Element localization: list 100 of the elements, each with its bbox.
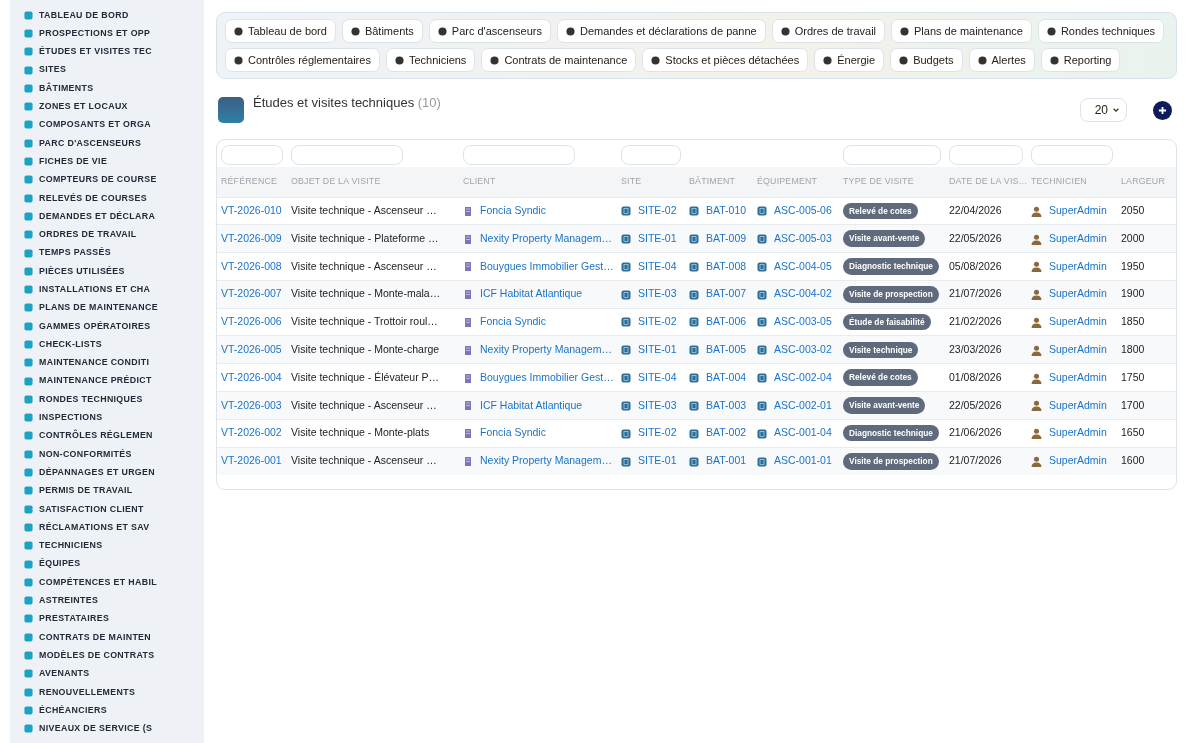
quick-link-button[interactable]: Alertes [968,48,1035,72]
tile-icon [689,345,699,356]
equipment-link[interactable]: ASC-004-05 [774,259,832,272]
equipment-link[interactable]: ASC-005-06 [774,204,832,216]
sidebar-item[interactable]: RÉCLAMATIONS ET SAV [10,518,204,537]
sidebar-item[interactable]: SATISFACTION CLIENT [10,500,204,519]
building-link[interactable]: BAT-004 [706,370,747,383]
quick-link-button[interactable]: Contrôles réglementaires [225,48,380,72]
sidebar-item[interactable]: BÂTIMENTS [10,79,204,98]
client-link[interactable]: Foncia Syndic [480,426,546,439]
sidebar-item[interactable]: SITES [10,60,204,80]
client-link[interactable]: Bouygues Immobilier Gest… [480,370,614,383]
site-link[interactable]: SITE-02 [638,315,677,328]
client-link[interactable]: Foncia Syndic [480,315,546,328]
sidebar-item[interactable]: RONDES TECHNIQUES [10,390,204,409]
page-size-select[interactable]: 20 [1079,98,1127,122]
reference-link[interactable]: VT-2026-004 [221,370,282,383]
quick-link-button[interactable]: Ordres de travail [771,19,886,43]
sidebar-item[interactable]: GAMMES OPÉRATOIRES [10,317,204,336]
filter-field[interactable] [843,145,941,165]
sidebar-item[interactable]: NON-CONFORMITÉS [10,445,204,464]
quick-link-button[interactable]: Plans de maintenance [891,19,1032,43]
square-icon [24,449,33,459]
quick-link-button[interactable]: Demandes et déclarations de panne [557,19,766,43]
quick-link-button[interactable]: Énergie [814,48,885,72]
sidebar-item[interactable]: TEMPS PASSÉS [10,243,204,263]
client-link[interactable]: Foncia Syndic [480,204,546,216]
sidebar-item[interactable]: INSTALLATIONS ET CHA [10,280,204,299]
sidebar-item[interactable]: PROSPECTIONS ET OPP [10,24,204,43]
site-link[interactable]: SITE-04 [638,370,677,383]
quick-link-button[interactable]: Reporting [1040,48,1121,72]
technician-link[interactable]: SuperAdmin [1049,315,1107,328]
quick-link-button[interactable]: Stocks et pièces détachées [642,48,809,72]
quick-link-button[interactable]: Bâtiments [341,19,423,43]
filter-field[interactable] [621,145,681,165]
sidebar-item[interactable]: DÉPANNAGES ET URGEN [10,463,204,482]
filter-field[interactable] [291,145,403,165]
sidebar-item[interactable]: ÉQUIPES [10,554,204,574]
quick-link-button[interactable]: Rondes techniques [1037,19,1165,43]
filter-field[interactable] [221,145,283,165]
sidebar-item[interactable]: DEMANDES ET DÉCLARA [10,207,204,226]
sidebar-item[interactable]: ÉTUDES ET VISITES TEC [10,42,204,61]
reference-link[interactable]: VT-2026-002 [221,426,282,439]
page-icon [218,97,244,123]
table-cell: 1700 [1121,398,1145,411]
sidebar-item[interactable]: AVENANTS [10,664,204,683]
reference-link[interactable]: VT-2026-010 [221,204,282,216]
tile-icon [621,373,631,383]
sidebar-item[interactable]: COMPTEURS DE COURSE [10,170,204,189]
sidebar-item[interactable]: PRESTATAIRES [10,609,204,629]
sidebar-item[interactable]: RENOUVELLEMENTS [10,683,204,702]
reference-link[interactable]: VT-2026-006 [221,315,282,328]
sidebar-item[interactable]: FICHES DE VIE [10,152,204,171]
sidebar-item[interactable]: COMPOSANTS ET ORGA [10,115,204,135]
sidebar-item[interactable]: CHECK-LISTS [10,335,204,354]
equipment-link[interactable]: ASC-003-05 [774,315,832,328]
building-link[interactable]: BAT-008 [706,259,747,272]
client-link[interactable]: Bouygues Immobilier Gest… [480,259,614,272]
building-icon [463,344,473,356]
sidebar-item[interactable]: PIÈCES UTILISÉES [10,262,204,281]
sidebar-item[interactable]: CONTRATS DE MAINTEN [10,628,204,647]
site-link[interactable]: SITE-02 [638,204,677,216]
quick-link-button[interactable]: Contrats de maintenance [481,48,637,72]
sidebar-item[interactable]: COMPÉTENCES ET HABIL [10,573,204,592]
equipment-link[interactable]: ASC-001-04 [774,426,832,439]
technician-link[interactable]: SuperAdmin [1049,259,1107,272]
sidebar-item[interactable]: MAINTENANCE PRÉDICT [10,371,204,391]
sidebar-item[interactable]: ZONES ET LOCAUX [10,97,204,116]
building-link[interactable]: BAT-006 [706,315,747,328]
sidebar-item[interactable]: MAINTENANCE CONDITI [10,353,204,372]
sidebar-item[interactable]: INSPECTIONS [10,408,204,427]
quick-link-button[interactable]: Techniciens [385,48,476,72]
reference-link[interactable]: VT-2026-008 [221,259,282,272]
sidebar-item[interactable]: PLANS DE MAINTENANCE [10,298,204,318]
sidebar-item[interactable]: ASTREINTES [10,591,204,610]
sidebar-item[interactable]: ORDRES DE TRAVAIL [10,225,204,244]
technician-link[interactable]: SuperAdmin [1049,370,1107,383]
sidebar-item[interactable]: TECHNICIENS [10,536,204,555]
filter-field[interactable] [949,145,1023,165]
site-link[interactable]: SITE-04 [638,259,677,272]
filter-field[interactable] [463,145,575,165]
quick-link-button[interactable]: Budgets [890,48,963,72]
sidebar-item[interactable]: MODÈLES DE CONTRATS [10,646,204,665]
technician-link[interactable]: SuperAdmin [1049,426,1107,439]
sidebar-item[interactable]: ÉCHÉANCIERS [10,701,204,720]
quick-link-button[interactable]: Parc d'ascenseurs [428,19,551,43]
filter-field[interactable] [1031,145,1113,165]
equipment-link[interactable]: ASC-002-04 [774,370,832,383]
sidebar-item[interactable]: PARC D'ASCENSEURS [10,134,204,153]
sidebar-item[interactable]: PERMIS DE TRAVAIL [10,481,204,500]
sidebar-item[interactable]: NIVEAUX DE SERVICE (S [10,719,204,738]
building-link[interactable]: BAT-010 [706,204,747,216]
add-button[interactable] [1153,100,1172,120]
quick-link-button[interactable]: Tableau de bord [225,19,336,43]
sidebar-item[interactable]: RELEVÉS DE COURSES [10,188,204,208]
sidebar-item[interactable]: CONTRÔLES RÉGLEMEN [10,426,204,446]
site-link[interactable]: SITE-02 [638,426,677,439]
technician-link[interactable]: SuperAdmin [1049,204,1107,216]
building-link[interactable]: BAT-002 [706,426,747,439]
sidebar-item[interactable]: TABLEAU DE BORD [10,6,204,25]
